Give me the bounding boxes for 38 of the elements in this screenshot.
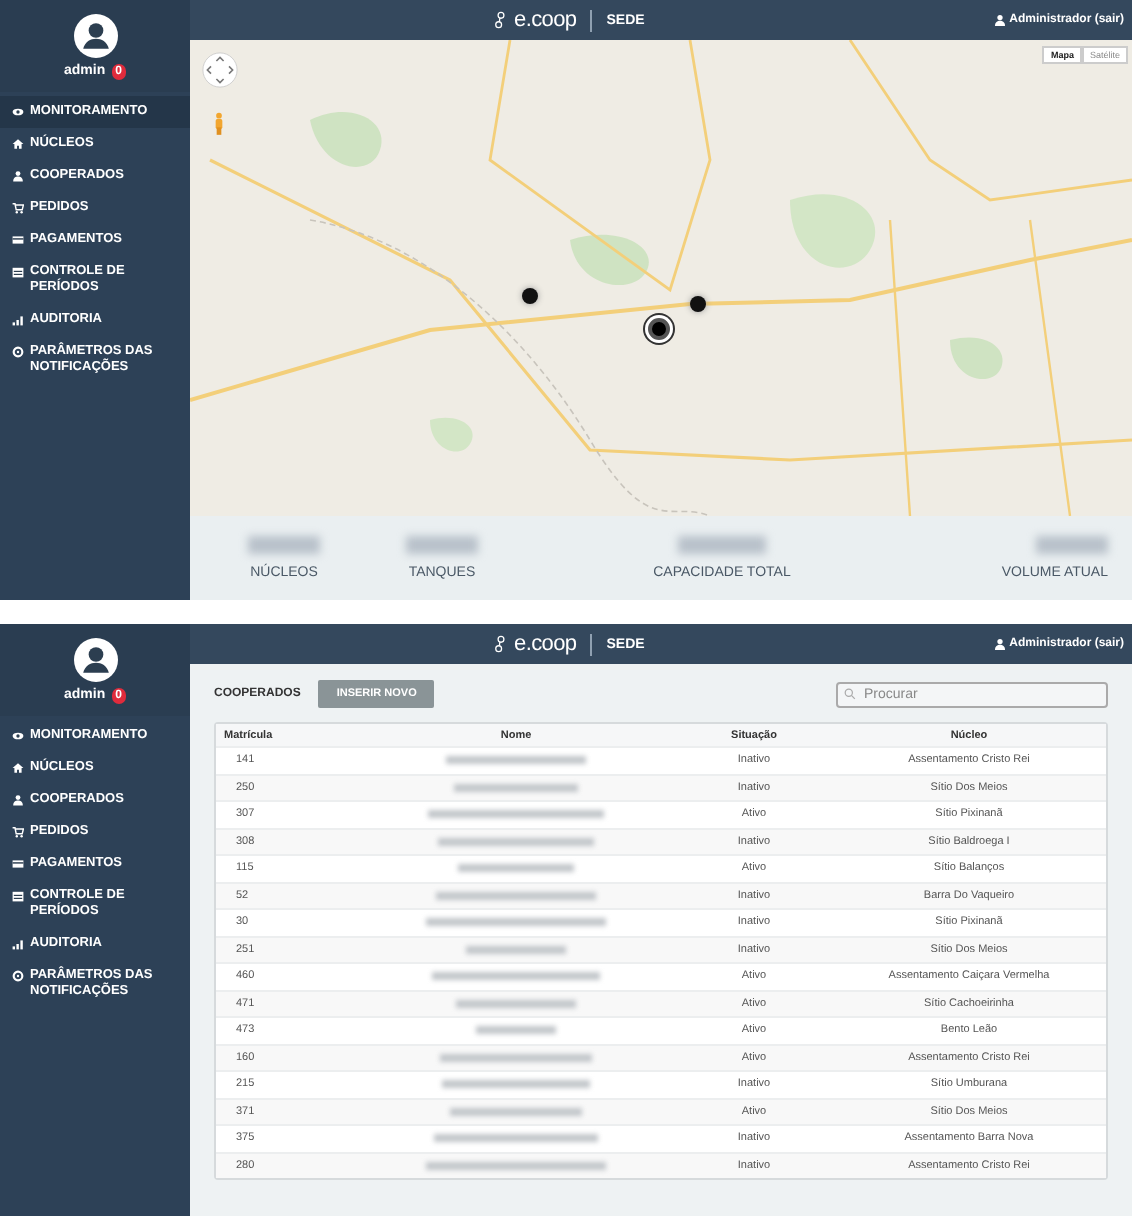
avatar-icon	[73, 13, 117, 57]
settings-icon	[12, 346, 24, 358]
blurred-name	[466, 945, 566, 954]
logo-text: e.coop	[514, 632, 577, 656]
blurred-name	[454, 783, 578, 792]
cart-icon	[12, 202, 24, 214]
blurred-value	[678, 536, 766, 554]
blurred-name	[446, 756, 586, 765]
user-icon	[993, 14, 1006, 26]
calendar-icon	[12, 890, 24, 902]
pan-control[interactable]	[202, 52, 238, 88]
logo-icon	[494, 8, 508, 32]
card-icon	[12, 858, 24, 870]
home-icon	[12, 138, 24, 150]
user-icon	[993, 638, 1006, 650]
settings-icon	[12, 970, 24, 982]
eye-icon	[12, 106, 24, 118]
search-icon	[844, 688, 856, 700]
blurred-name	[476, 1026, 556, 1035]
logo-text: e.coop	[514, 8, 577, 32]
logo-icon	[494, 632, 508, 656]
person-icon	[12, 170, 24, 182]
bar-chart-icon	[12, 938, 24, 950]
bar-chart-icon	[12, 314, 24, 326]
blurred-value	[1036, 536, 1108, 554]
avatar-icon	[73, 637, 117, 681]
home-icon	[12, 762, 24, 774]
blurred-name	[458, 864, 574, 873]
card-icon	[12, 234, 24, 246]
map-marker-icon[interactable]	[648, 318, 670, 340]
blurred-name	[456, 999, 576, 1008]
blurred-value	[248, 536, 320, 554]
eye-icon	[12, 730, 24, 742]
calendar-icon	[12, 266, 24, 278]
blurred-value	[406, 536, 478, 554]
blurred-name	[450, 1107, 582, 1116]
person-icon	[12, 794, 24, 806]
cart-icon	[12, 826, 24, 838]
